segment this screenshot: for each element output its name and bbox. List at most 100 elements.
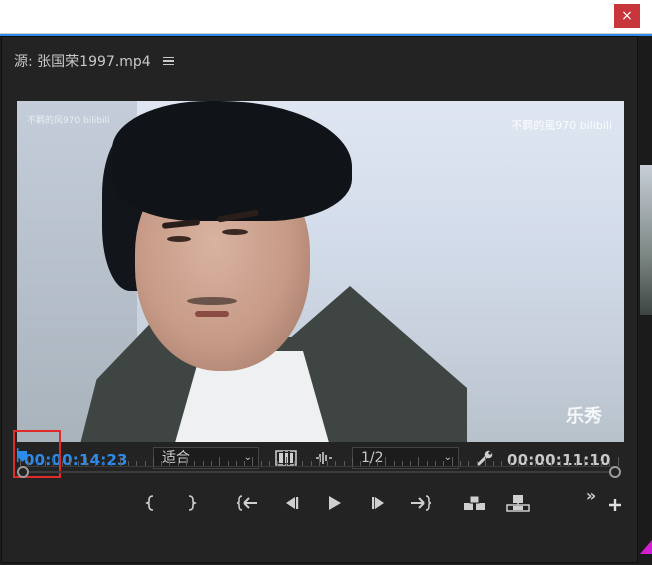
ruler-tick bbox=[136, 461, 138, 466]
ruler-tick bbox=[609, 461, 611, 466]
ruler-tick bbox=[335, 461, 337, 466]
ruler-tick bbox=[576, 461, 578, 466]
ruler-tick bbox=[219, 457, 221, 466]
adjacent-panel-thumbnail bbox=[640, 165, 652, 315]
ruler-tick bbox=[186, 457, 187, 466]
ruler-tick bbox=[310, 461, 312, 466]
ruler-tick bbox=[202, 461, 204, 466]
ruler-tick bbox=[559, 461, 561, 466]
ruler-tick bbox=[260, 461, 262, 466]
add-button[interactable] bbox=[602, 492, 628, 518]
ruler-tick bbox=[385, 457, 387, 466]
ruler-tick bbox=[152, 457, 154, 466]
time-ruler[interactable] bbox=[20, 445, 620, 473]
panel-menu-icon[interactable] bbox=[162, 56, 174, 66]
step-forward-button[interactable] bbox=[366, 490, 392, 516]
zoom-scroll-track[interactable] bbox=[22, 471, 616, 473]
ruler-tick bbox=[584, 457, 586, 466]
more-controls-button[interactable]: » bbox=[578, 482, 604, 508]
ruler-tick bbox=[69, 461, 71, 466]
ruler-tick bbox=[493, 461, 495, 466]
ruler-tick bbox=[468, 461, 470, 466]
window-titlebar: × bbox=[0, 0, 652, 34]
ruler-baseline bbox=[20, 466, 618, 467]
ruler-tick bbox=[617, 457, 619, 466]
ruler-tick bbox=[418, 457, 420, 466]
ruler-tick bbox=[103, 461, 104, 466]
ruler-tick bbox=[194, 461, 196, 466]
ruler-tick bbox=[368, 461, 370, 466]
mark-out-button[interactable] bbox=[178, 490, 204, 516]
ruler-tick bbox=[318, 457, 320, 466]
ruler-tick bbox=[534, 461, 536, 466]
ruler-tick bbox=[244, 461, 246, 466]
ruler-tick bbox=[551, 457, 553, 466]
ruler-tick bbox=[169, 461, 171, 466]
ruler-tick bbox=[111, 461, 113, 466]
panel-title: 源: 张国荣1997.mp4 bbox=[14, 54, 151, 70]
ruler-tick bbox=[86, 457, 88, 466]
ruler-tick bbox=[518, 457, 519, 466]
ruler-tick bbox=[393, 461, 395, 466]
ruler-tick bbox=[435, 461, 436, 466]
ruler-tick bbox=[352, 457, 353, 466]
ruler-tick bbox=[451, 457, 453, 466]
ruler-tick bbox=[252, 457, 254, 466]
ruler-tick bbox=[360, 461, 362, 466]
video-mustache bbox=[187, 297, 237, 305]
ruler-tick bbox=[601, 461, 602, 466]
ruler-tick bbox=[235, 461, 237, 466]
ruler-tick bbox=[509, 461, 511, 466]
app-root: × 源: 张国荣1997.mp4 不羁的风970 bilibili 不羁的風97… bbox=[0, 0, 652, 565]
ruler-tick bbox=[459, 461, 461, 466]
watermark-left: 不羁的风970 bilibili bbox=[27, 116, 110, 126]
watermark-logo: 乐秀 bbox=[566, 406, 602, 427]
ruler-tick bbox=[285, 457, 287, 466]
ruler-tick bbox=[327, 461, 329, 466]
ruler-tick bbox=[144, 461, 146, 466]
ruler-tick bbox=[269, 461, 270, 466]
ruler-tick bbox=[127, 461, 129, 466]
go-to-out-button[interactable] bbox=[407, 490, 433, 516]
video-frame[interactable]: 不羁的风970 bilibili 不羁的風970 bilibili 乐秀 bbox=[17, 101, 624, 442]
video-mouth bbox=[195, 311, 229, 317]
zoom-handle-right[interactable] bbox=[609, 466, 621, 478]
ruler-tick bbox=[484, 457, 486, 466]
ruler-tick bbox=[343, 461, 345, 466]
ruler-tick bbox=[501, 461, 503, 466]
ruler-tick bbox=[277, 461, 279, 466]
ruler-tick bbox=[302, 461, 304, 466]
ruler-tick bbox=[476, 461, 478, 466]
ruler-tick bbox=[61, 461, 63, 466]
source-monitor-panel: 源: 张国荣1997.mp4 不羁的风970 bilibili 不羁的風970 … bbox=[1, 36, 638, 563]
close-button[interactable]: × bbox=[614, 4, 640, 28]
zoom-handle-left[interactable] bbox=[17, 466, 29, 478]
ruler-tick bbox=[119, 457, 121, 466]
ruler-tick bbox=[443, 461, 445, 466]
video-eye-left bbox=[167, 236, 191, 242]
ruler-tick bbox=[227, 461, 229, 466]
mark-in-button[interactable] bbox=[138, 490, 164, 516]
ruler-tick bbox=[293, 461, 295, 466]
ruler-tick bbox=[210, 461, 212, 466]
ruler-tick bbox=[177, 461, 179, 466]
ruler-tick bbox=[542, 461, 544, 466]
ruler-tick bbox=[426, 461, 428, 466]
step-back-button[interactable] bbox=[278, 490, 304, 516]
insert-button[interactable] bbox=[462, 490, 488, 516]
ruler-tick bbox=[78, 461, 80, 466]
ruler-tick bbox=[410, 461, 412, 466]
watermark-right: 不羁的風970 bilibili bbox=[511, 119, 612, 132]
ruler-tick bbox=[592, 461, 594, 466]
ruler-tick bbox=[94, 461, 96, 466]
panel-header: 源: 张国荣1997.mp4 bbox=[14, 51, 174, 71]
video-hair bbox=[112, 101, 352, 221]
ruler-tick bbox=[526, 461, 528, 466]
ruler-tick bbox=[567, 461, 569, 466]
play-button[interactable] bbox=[321, 490, 347, 516]
go-to-in-button[interactable] bbox=[235, 490, 261, 516]
ruler-tick bbox=[161, 461, 163, 466]
video-eye-right bbox=[222, 229, 248, 235]
transport-bar: » bbox=[0, 486, 637, 518]
overwrite-button[interactable] bbox=[505, 490, 531, 516]
